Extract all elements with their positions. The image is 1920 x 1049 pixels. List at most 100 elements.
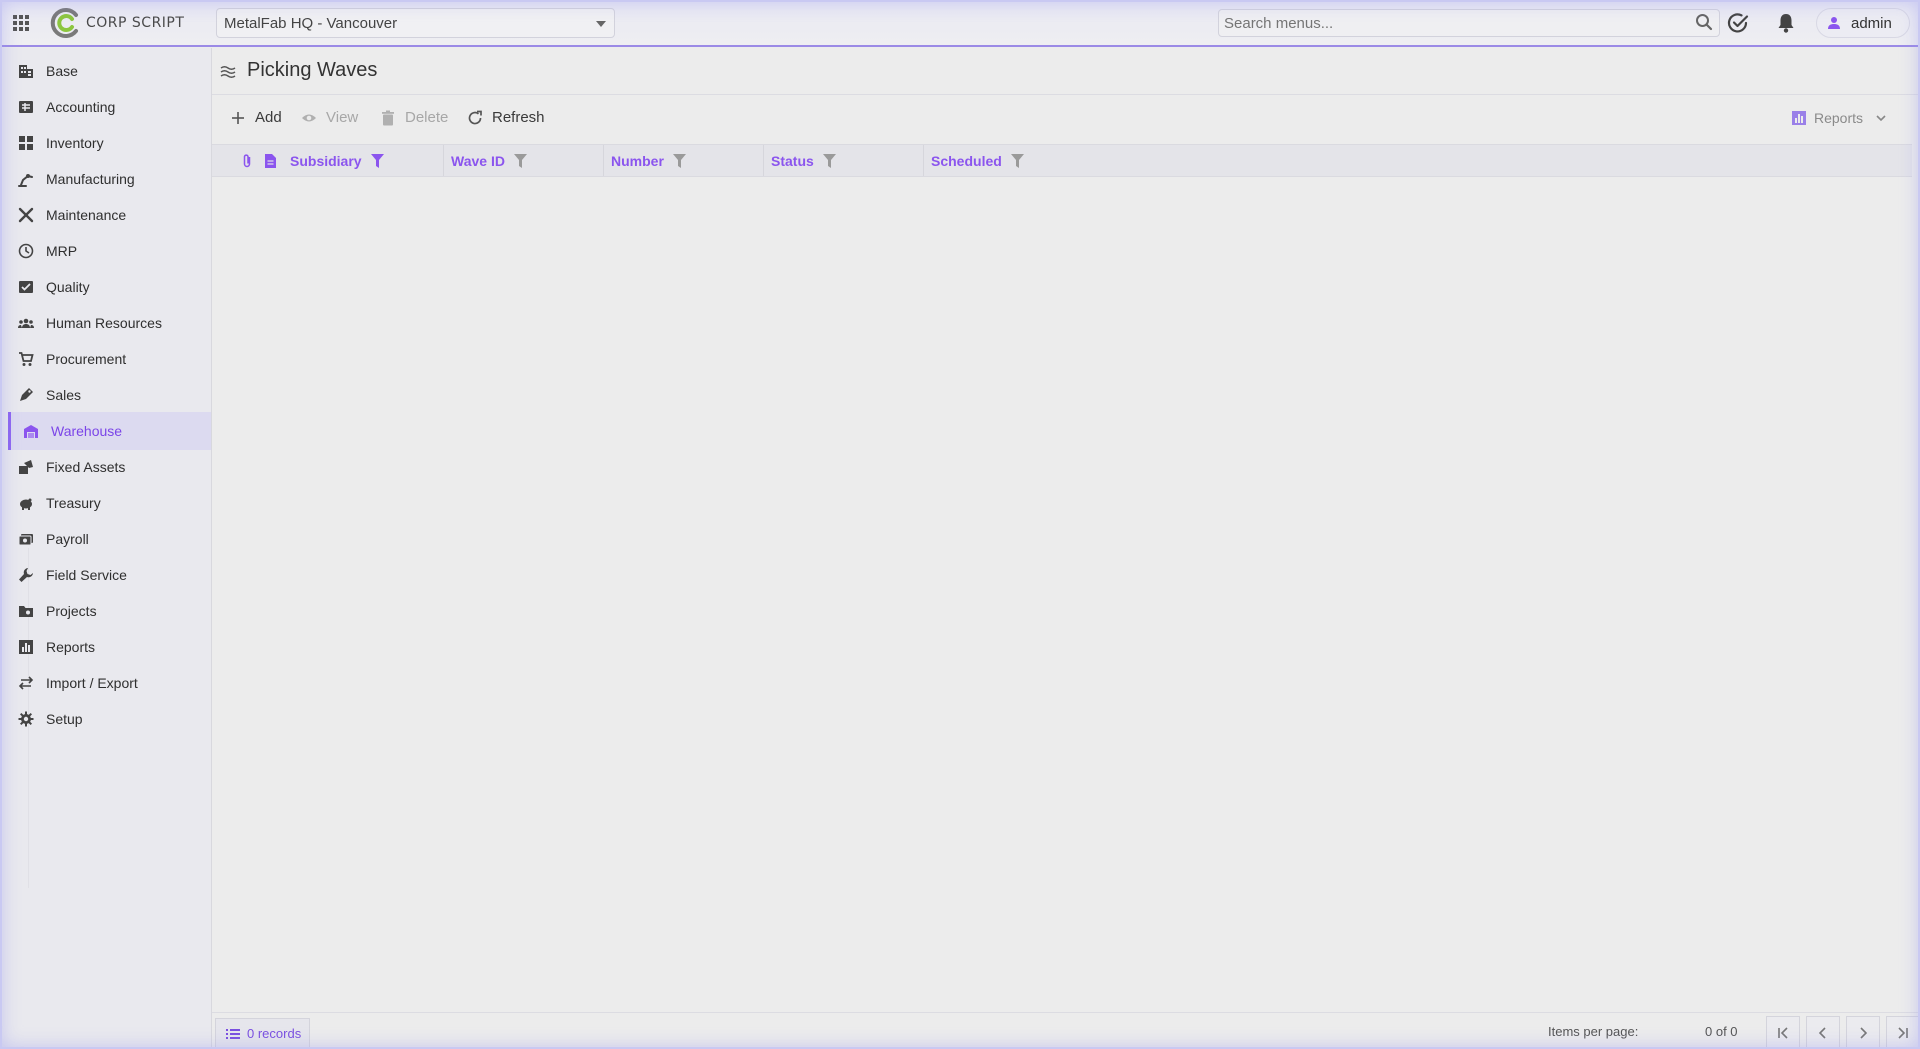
sidebar-item-field-service[interactable]: Field Service bbox=[8, 556, 211, 594]
reports-label: Reports bbox=[1814, 110, 1864, 126]
sidebar-item-projects[interactable]: Projects bbox=[8, 592, 211, 630]
list-icon bbox=[226, 1028, 240, 1039]
sidebar-item-fixed-assets[interactable]: Fixed Assets bbox=[8, 448, 211, 486]
column-number[interactable]: Number bbox=[603, 145, 763, 176]
sidebar-item-label: Procurement bbox=[46, 351, 127, 367]
building-icon bbox=[19, 65, 33, 78]
sidebar-item-label: Setup bbox=[46, 711, 83, 727]
bell-icon[interactable] bbox=[1776, 12, 1796, 34]
sidebar-item-label: Manufacturing bbox=[46, 171, 135, 187]
delete-label: Delete bbox=[405, 109, 449, 126]
user-name: admin bbox=[1851, 14, 1892, 32]
trash-icon bbox=[382, 110, 394, 125]
sidebar-item-import-export[interactable]: Import / Export bbox=[8, 664, 211, 702]
sidebar-item-label: Inventory bbox=[46, 135, 104, 151]
sidebar-item-procurement[interactable]: Procurement bbox=[8, 340, 211, 378]
sidebar-item-sales[interactable]: Sales bbox=[8, 376, 211, 414]
sidebar-item-treasury[interactable]: Treasury bbox=[8, 484, 211, 522]
filter-icon[interactable] bbox=[513, 153, 527, 168]
folder-icon bbox=[19, 606, 33, 617]
sidebar-item-label: Import / Export bbox=[46, 675, 138, 691]
records-count-badge[interactable]: 0 records bbox=[215, 1018, 310, 1049]
logo[interactable]: CORP SCRIPT bbox=[48, 7, 184, 39]
sidebar-item-maintenance[interactable]: Maintenance bbox=[8, 196, 211, 234]
delete-button[interactable]: Delete bbox=[380, 109, 448, 126]
report-chart-icon bbox=[1792, 111, 1806, 125]
column-label: Number bbox=[611, 152, 664, 169]
sidebar-item-payroll[interactable]: Payroll bbox=[8, 520, 211, 558]
chevron-right-icon bbox=[1860, 1026, 1868, 1039]
next-page-button[interactable] bbox=[1846, 1016, 1880, 1049]
apps-grid-icon[interactable] bbox=[12, 14, 30, 32]
assets-icon bbox=[19, 460, 33, 474]
logo-text: CORP SCRIPT bbox=[86, 15, 185, 31]
view-label: View bbox=[326, 109, 359, 126]
top-header: CORP SCRIPT MetalFab HQ - Vancouver admi… bbox=[0, 0, 1920, 47]
bar-chart-icon bbox=[19, 640, 33, 654]
attachment-icon[interactable] bbox=[239, 153, 255, 169]
chevron-down-icon bbox=[1876, 115, 1886, 122]
filter-icon[interactable] bbox=[822, 153, 836, 168]
filter-icon[interactable] bbox=[370, 153, 384, 168]
column-status[interactable]: Status bbox=[763, 145, 923, 176]
previous-page-button[interactable] bbox=[1806, 1016, 1840, 1049]
refresh-icon bbox=[468, 110, 482, 124]
subsidiary-value: MetalFab HQ - Vancouver bbox=[224, 15, 398, 32]
column-wave-id[interactable]: Wave ID bbox=[443, 145, 603, 176]
sidebar-item-label: Accounting bbox=[46, 99, 116, 115]
sidebar-item-label: Fixed Assets bbox=[46, 459, 126, 475]
boxes-icon bbox=[19, 136, 33, 150]
document-icon[interactable] bbox=[262, 153, 278, 169]
reports-dropdown[interactable]: Reports bbox=[1792, 110, 1895, 126]
gear-icon bbox=[18, 711, 34, 727]
menu-search-input[interactable] bbox=[1218, 9, 1720, 37]
robot-arm-icon bbox=[18, 174, 33, 187]
tasks-check-icon[interactable] bbox=[1727, 12, 1749, 34]
sidebar-item-accounting[interactable]: Accounting bbox=[8, 88, 211, 126]
first-page-button[interactable] bbox=[1766, 1016, 1800, 1049]
sidebar-item-label: Reports bbox=[46, 639, 96, 655]
sidebar-item-inventory[interactable]: Inventory bbox=[8, 124, 211, 162]
cart-icon bbox=[19, 352, 34, 366]
filter-icon[interactable] bbox=[672, 153, 686, 168]
sidebar-item-mrp[interactable]: MRP bbox=[8, 232, 211, 270]
sidebar-item-label: Base bbox=[46, 63, 78, 79]
add-button[interactable]: Add bbox=[230, 109, 282, 126]
column-label: Wave ID bbox=[451, 152, 505, 169]
add-label: Add bbox=[255, 109, 282, 126]
sidebar-item-warehouse[interactable]: Warehouse bbox=[8, 412, 211, 450]
column-scheduled[interactable]: Scheduled bbox=[923, 145, 1083, 176]
tools-icon bbox=[18, 207, 34, 223]
sidebar-item-quality[interactable]: Quality bbox=[8, 268, 211, 306]
search-icon[interactable] bbox=[1695, 13, 1713, 31]
records-count: 0 records bbox=[247, 1026, 302, 1041]
sidebar-item-label: Sales bbox=[46, 387, 82, 403]
filter-icon[interactable] bbox=[1010, 153, 1024, 168]
sidebar-item-setup[interactable]: Setup bbox=[8, 700, 211, 738]
chevron-left-icon bbox=[1818, 1026, 1826, 1039]
user-menu-button[interactable]: admin bbox=[1816, 8, 1910, 38]
ledger-icon bbox=[19, 101, 33, 113]
sidebar-item-label: MRP bbox=[46, 243, 78, 259]
chevron-down-icon bbox=[596, 21, 606, 27]
page-title-bar: Picking Waves bbox=[212, 48, 1920, 95]
page-title: Picking Waves bbox=[247, 59, 378, 81]
column-subsidiary[interactable]: Subsidiary bbox=[283, 145, 443, 176]
grid-footer: 0 records Items per page: 0 of 0 bbox=[212, 1012, 1920, 1049]
sidebar-item-human-resources[interactable]: Human Resources bbox=[8, 304, 211, 342]
sidebar-item-label: Maintenance bbox=[46, 207, 127, 223]
plus-icon bbox=[232, 111, 244, 124]
page-range: 0 of 0 bbox=[1705, 1024, 1738, 1039]
subsidiary-select[interactable]: MetalFab HQ - Vancouver bbox=[216, 8, 615, 38]
sidebar-item-base[interactable]: Base bbox=[8, 52, 211, 90]
items-per-page-label: Items per page: bbox=[1548, 1024, 1639, 1039]
sidebar-item-manufacturing[interactable]: Manufacturing bbox=[8, 160, 211, 198]
last-page-button[interactable] bbox=[1886, 1016, 1920, 1049]
view-button[interactable]: View bbox=[301, 109, 358, 126]
sidebar-item-label: Projects bbox=[46, 603, 97, 619]
arrows-icon bbox=[18, 676, 34, 690]
payroll-icon bbox=[18, 534, 33, 546]
refresh-button[interactable]: Refresh bbox=[467, 109, 545, 126]
people-icon bbox=[18, 318, 34, 328]
sidebar-item-reports[interactable]: Reports bbox=[8, 628, 211, 666]
